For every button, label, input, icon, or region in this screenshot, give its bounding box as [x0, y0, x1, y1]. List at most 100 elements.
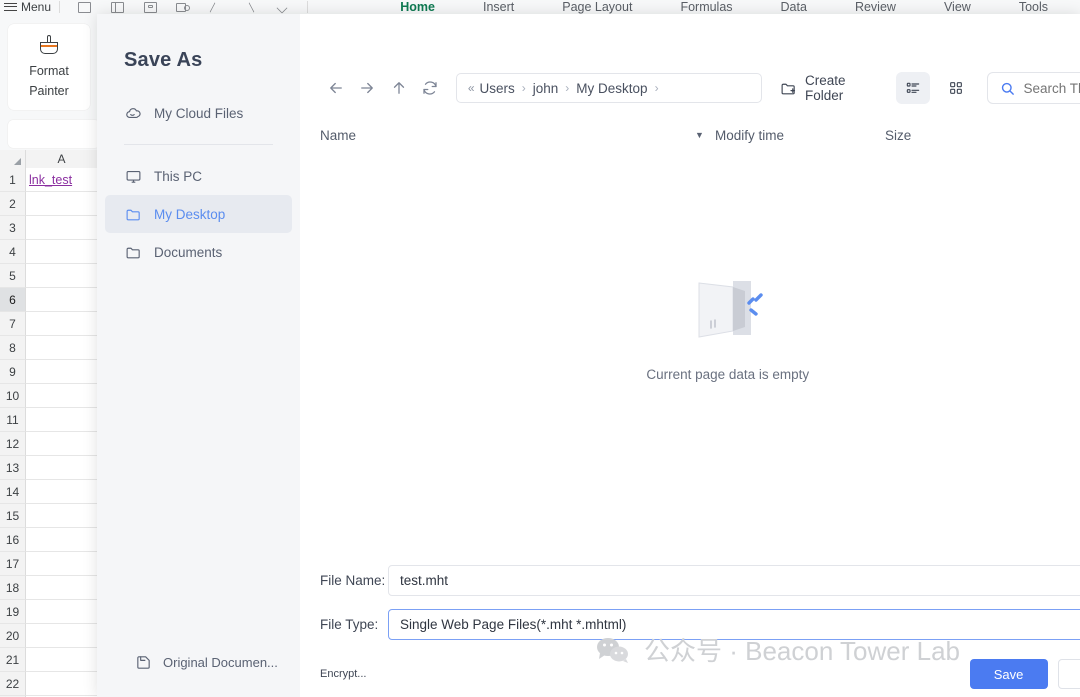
row-header[interactable]: 22 — [0, 672, 26, 696]
chevron-right-icon: › — [565, 81, 570, 95]
sidebar-item-my-desktop[interactable]: My Desktop — [105, 195, 292, 233]
cell-a15[interactable] — [26, 504, 98, 528]
row-header[interactable]: 18 — [0, 576, 26, 600]
name-box[interactable] — [8, 120, 100, 148]
cell-a19[interactable] — [26, 600, 98, 624]
cell-a22[interactable] — [26, 672, 98, 696]
tab-data[interactable]: Data — [757, 1, 831, 14]
cell-a3[interactable] — [26, 216, 98, 240]
row-header[interactable]: 1 — [0, 168, 26, 192]
breadcrumb[interactable]: « Users › john › My Desktop › — [455, 73, 762, 103]
row-header[interactable]: 17 — [0, 552, 26, 576]
cell-a6[interactable] — [26, 288, 98, 312]
row-header[interactable]: 6 — [0, 288, 26, 312]
cell-a14[interactable] — [26, 480, 98, 504]
sort-descending-icon[interactable]: ▼ — [695, 130, 715, 140]
column-header-a[interactable]: A — [26, 150, 98, 168]
folder-plus-icon — [780, 80, 797, 97]
file-type-label: File Type: — [320, 616, 379, 632]
search-box[interactable] — [986, 72, 1080, 104]
search-input[interactable] — [1023, 80, 1080, 96]
print-preview-icon[interactable] — [176, 1, 191, 14]
row-header[interactable]: 19 — [0, 600, 26, 624]
sidebar-item-original-document[interactable]: Original Documen... — [97, 654, 300, 671]
row-header[interactable]: 12 — [0, 432, 26, 456]
format-painter-button[interactable]: Format Painter — [8, 24, 90, 110]
create-folder-button[interactable]: Create Folder — [780, 73, 880, 103]
file-type-select[interactable]: Single Web Page Files(*.mht *.mhtml) — [388, 608, 1080, 640]
row-header[interactable]: 14 — [0, 480, 26, 504]
cell-a9[interactable] — [26, 360, 98, 384]
cloud-icon — [125, 105, 142, 122]
breadcrumb-item-my-desktop[interactable]: My Desktop — [576, 81, 647, 96]
cell-a2[interactable] — [26, 192, 98, 216]
list-view-button[interactable] — [895, 72, 930, 104]
tab-insert[interactable]: Insert — [459, 1, 538, 14]
row-header[interactable]: 4 — [0, 240, 26, 264]
sidebar-item-documents[interactable]: Documents — [105, 233, 292, 271]
save-button[interactable]: Save — [969, 659, 1048, 689]
column-size[interactable]: Size — [885, 128, 985, 143]
row-header[interactable]: 15 — [0, 504, 26, 528]
row-header[interactable]: 7 — [0, 312, 26, 336]
row-header[interactable]: 11 — [0, 408, 26, 432]
grid-view-button[interactable] — [939, 72, 973, 104]
row-header[interactable]: 10 — [0, 384, 26, 408]
new-file-icon[interactable] — [77, 1, 92, 14]
cell-a21[interactable] — [26, 648, 98, 672]
chevron-down-icon[interactable] — [275, 1, 290, 14]
cell-a17[interactable] — [26, 552, 98, 576]
up-button[interactable] — [383, 73, 414, 103]
select-all-corner[interactable] — [0, 150, 26, 168]
cell-a8[interactable] — [26, 336, 98, 360]
cell-a5[interactable] — [26, 264, 98, 288]
cell-a13[interactable] — [26, 456, 98, 480]
row-header[interactable]: 13 — [0, 456, 26, 480]
back-button[interactable] — [320, 73, 351, 103]
row-header[interactable]: 5 — [0, 264, 26, 288]
cell-a12[interactable] — [26, 432, 98, 456]
cell-a16[interactable] — [26, 528, 98, 552]
tab-view[interactable]: View — [920, 1, 995, 14]
tab-review[interactable]: Review — [831, 1, 920, 14]
row-header[interactable]: 21 — [0, 648, 26, 672]
row-header[interactable]: 3 — [0, 216, 26, 240]
cell-a18[interactable] — [26, 576, 98, 600]
sidebar-item-my-cloud-files[interactable]: My Cloud Files — [105, 94, 292, 132]
cell-a11[interactable] — [26, 408, 98, 432]
breadcrumb-item-john[interactable]: john — [533, 81, 559, 96]
undo-icon[interactable] — [209, 1, 224, 14]
file-name-input[interactable]: test.mht — [388, 564, 1080, 596]
forward-button[interactable] — [351, 73, 382, 103]
tab-home[interactable]: Home — [376, 1, 459, 14]
sidebar-item-this-pc[interactable]: This PC — [105, 157, 292, 195]
row-header[interactable]: 9 — [0, 360, 26, 384]
cell-a1[interactable]: lnk_test — [26, 168, 98, 192]
refresh-button[interactable] — [414, 73, 445, 103]
row-header[interactable]: 16 — [0, 528, 26, 552]
tab-tools[interactable]: Tools — [995, 1, 1072, 14]
cancel-button[interactable] — [1057, 659, 1080, 689]
tab-page-layout[interactable]: Page Layout — [538, 1, 656, 14]
cell-a10[interactable] — [26, 384, 98, 408]
column-modify-time[interactable]: Modify time — [715, 128, 885, 143]
redo-icon[interactable] — [242, 1, 257, 14]
breadcrumb-overflow-icon[interactable]: « — [468, 81, 475, 95]
cell-a7[interactable] — [26, 312, 98, 336]
search-icon — [999, 80, 1016, 97]
sidebar-list: My Cloud Files This PC My Desktop Docume… — [97, 94, 300, 271]
row-header[interactable]: 20 — [0, 624, 26, 648]
menu-button[interactable]: Menu — [4, 0, 51, 14]
breadcrumb-item-users[interactable]: Users — [480, 81, 515, 96]
tab-formulas[interactable]: Formulas — [656, 1, 756, 14]
column-name[interactable]: Name — [320, 128, 695, 143]
cell-a20[interactable] — [26, 624, 98, 648]
save-file-icon[interactable] — [143, 1, 158, 14]
view-toggle-group — [895, 72, 973, 104]
cell-a4[interactable] — [26, 240, 98, 264]
row-header[interactable]: 8 — [0, 336, 26, 360]
open-file-icon[interactable] — [110, 1, 125, 14]
encrypt-button[interactable]: Encrypt... — [320, 668, 388, 680]
row-header[interactable]: 2 — [0, 192, 26, 216]
sidebar-divider — [124, 144, 273, 145]
